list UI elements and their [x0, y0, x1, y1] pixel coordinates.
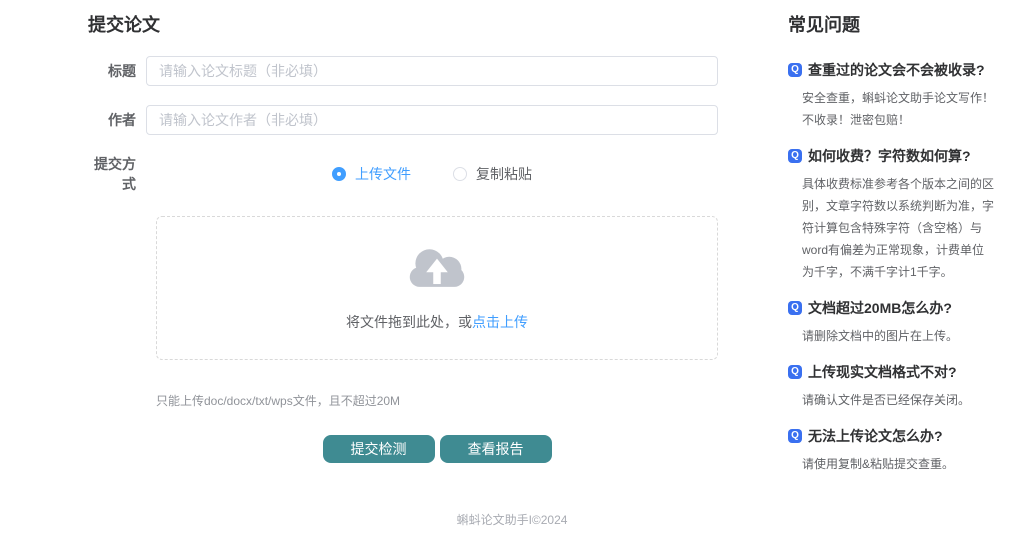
submit-method-label: 提交方式: [94, 156, 136, 192]
faq-item: Q 文档超过20MB怎么办? 请删除文档中的图片在上传。: [788, 298, 1000, 347]
submit-method-radio-group: 上传文件 复制粘贴: [146, 164, 718, 184]
faq-section: 常见问题 Q 查重过的论文会不会被收录? 安全查重，蝌蚪论文助手论文写作！不收录…: [788, 15, 1000, 490]
drag-text: 将文件拖到此处，或: [346, 313, 472, 330]
faq-question-row: Q 上传现实文档格式不对?: [788, 362, 1000, 382]
author-field-row: 作者: [88, 105, 718, 135]
radio-copy-paste-label: 复制粘贴: [476, 166, 532, 182]
submit-method-row: 提交方式 上传文件 复制粘贴: [88, 154, 718, 194]
faq-question-row: Q 文档超过20MB怎么办?: [788, 298, 1000, 318]
faq-question-row: Q 查重过的论文会不会被收录?: [788, 60, 1000, 80]
question-icon: Q: [788, 149, 802, 163]
author-input[interactable]: [146, 105, 718, 135]
faq-item: Q 查重过的论文会不会被收录? 安全查重，蝌蚪论文助手论文写作！不收录！泄密包赔…: [788, 60, 1000, 131]
click-upload-link[interactable]: 点击上传: [472, 314, 528, 330]
submit-form-section: 提交论文 标题 作者 提交方式 上传文件 复制粘贴: [88, 15, 718, 463]
faq-question-text: 上传现实文档格式不对?: [808, 364, 957, 380]
author-field-label: 作者: [108, 112, 136, 128]
faq-question-text: 文档超过20MB怎么办?: [808, 300, 952, 316]
faq-answer-text: 安全查重，蝌蚪论文助手论文写作！不收录！泄密包赔！: [802, 91, 995, 127]
page-title: 提交论文: [88, 15, 160, 35]
submit-detect-button[interactable]: 提交检测: [322, 435, 435, 463]
faq-answer-text: 请使用复制&粘贴提交查重。: [802, 457, 955, 471]
faq-question-row: Q 如何收费？字符数如何算?: [788, 146, 1000, 166]
question-icon: Q: [788, 365, 802, 379]
upload-dropzone[interactable]: 将文件拖到此处，或点击上传: [156, 216, 718, 360]
radio-upload-file[interactable]: 上传文件: [332, 164, 411, 184]
question-icon: Q: [788, 429, 802, 443]
faq-item: Q 上传现实文档格式不对? 请确认文件是否已经保存关闭。: [788, 362, 1000, 411]
question-icon: Q: [788, 63, 802, 77]
title-input[interactable]: [146, 56, 718, 86]
radio-upload-file-label: 上传文件: [355, 166, 411, 182]
footer-copyright: 蝌蚪论文助手I©2024: [456, 513, 568, 527]
faq-answer-text: 请删除文档中的图片在上传。: [802, 329, 959, 343]
title-field-row: 标题: [88, 56, 718, 86]
radio-unselected-icon: [453, 167, 467, 181]
faq-item: Q 无法上传论文怎么办? 请使用复制&粘贴提交查重。: [788, 426, 1000, 475]
faq-item: Q 如何收费？字符数如何算? 具体收费标准参考各个版本之间的区别，文章字符数以系…: [788, 146, 1000, 283]
upload-tip-text: 只能上传doc/docx/txt/wps文件，且不超过20M: [156, 394, 401, 408]
faq-question-row: Q 无法上传论文怎么办?: [788, 426, 1000, 446]
faq-question-text: 无法上传论文怎么办?: [808, 428, 943, 444]
faq-answer-text: 具体收费标准参考各个版本之间的区别，文章字符数以系统判断为准，字符计算包含特殊字…: [802, 177, 995, 279]
action-buttons-row: 提交检测 查看报告: [156, 435, 718, 463]
radio-copy-paste[interactable]: 复制粘贴: [453, 164, 532, 184]
question-icon: Q: [788, 301, 802, 315]
view-report-button[interactable]: 查看报告: [439, 435, 552, 463]
title-field-label: 标题: [108, 63, 136, 79]
faq-answer-text: 请确认文件是否已经保存关闭。: [802, 393, 971, 407]
submit-paper-page: 提交论文 标题 作者 提交方式 上传文件 复制粘贴: [0, 0, 1024, 537]
faq-title: 常见问题: [788, 15, 860, 35]
dropzone-text: 将文件拖到此处，或点击上传: [346, 312, 528, 332]
cloud-upload-icon: [406, 245, 468, 298]
radio-selected-icon: [332, 167, 346, 181]
faq-question-text: 如何收费？字符数如何算?: [808, 148, 971, 164]
faq-question-text: 查重过的论文会不会被收录?: [808, 62, 985, 78]
